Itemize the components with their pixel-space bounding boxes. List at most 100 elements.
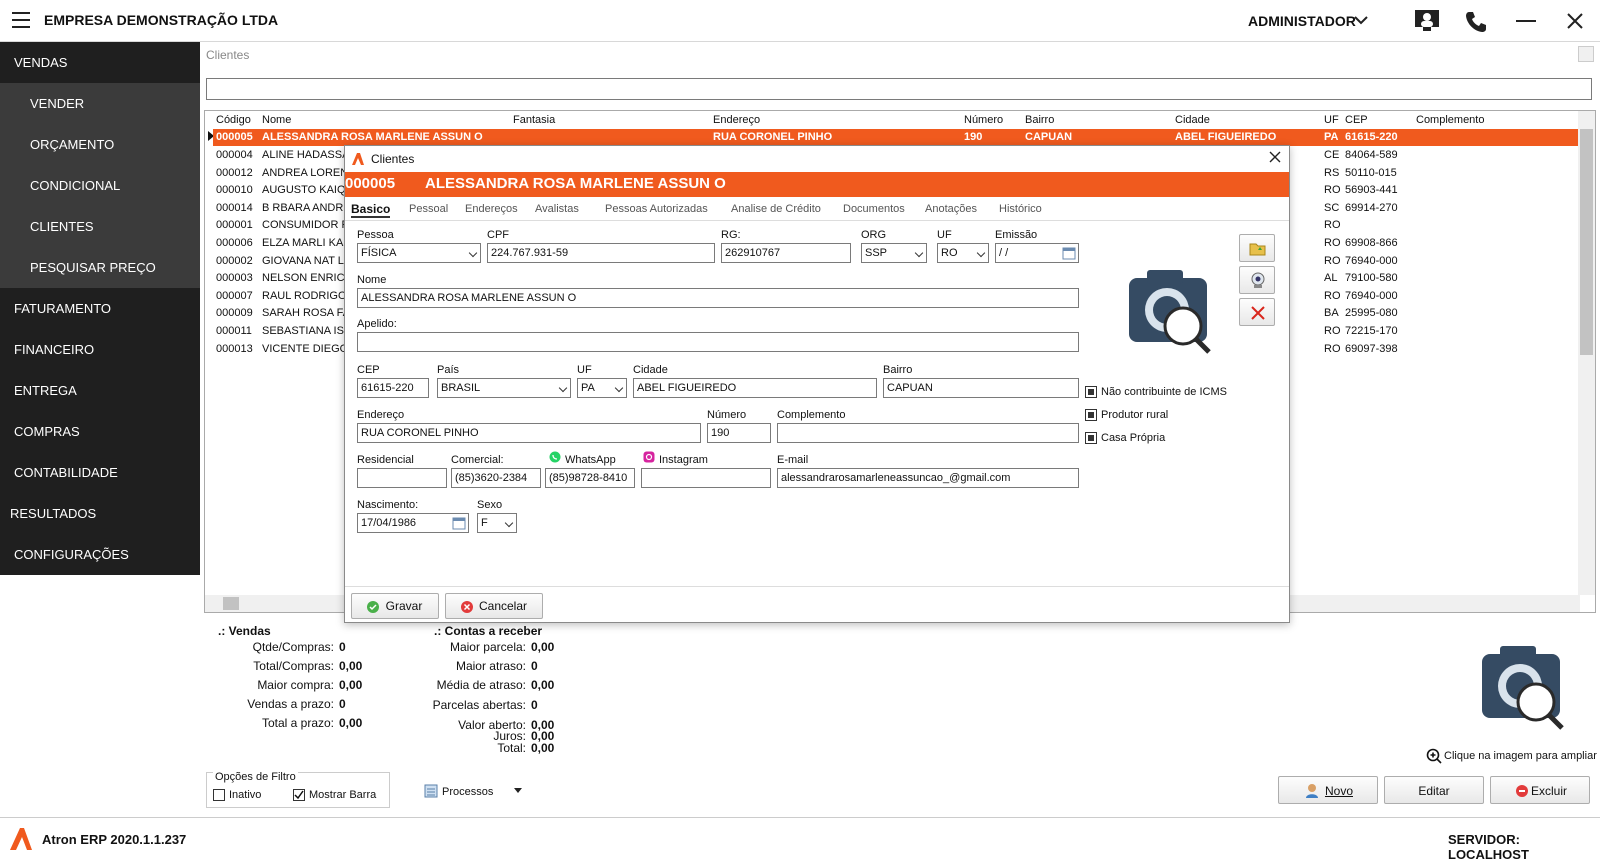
webcam-button[interactable] [1239, 266, 1275, 294]
zoom-hint: Clique na imagem para ampliar [1444, 750, 1597, 762]
sidebar-item-entrega[interactable]: ENTREGA [0, 370, 200, 411]
sidebar-item-financeiro[interactable]: FINANCEIRO [0, 329, 200, 370]
calendar-icon[interactable] [1062, 246, 1076, 260]
sexo-select[interactable]: F [477, 513, 517, 533]
tab-analise-credito[interactable]: Analise de Crédito [731, 203, 821, 215]
atron-logo-icon [10, 828, 32, 850]
processes-button[interactable]: Processos [442, 786, 493, 798]
scroll-thumb[interactable] [1580, 129, 1593, 355]
tab-pessoal[interactable]: Pessoal [409, 203, 448, 215]
table-row[interactable]: 000005 ALESSANDRA ROSA MARLENE ASSUN O RUA… [205, 128, 1580, 147]
nascimento-field[interactable]: 17/04/1986 [357, 513, 469, 533]
remote-support-icon[interactable] [1414, 9, 1440, 33]
sidebar-item-resultados[interactable]: RESULTADOS [0, 493, 200, 534]
camera-search-icon[interactable] [1478, 644, 1570, 732]
table-cell [510, 128, 710, 147]
endereco-field[interactable]: RUA CORONEL PINHO [357, 423, 701, 443]
cidade-field[interactable]: ABEL FIGUEIREDO [633, 378, 877, 398]
row-indicator [205, 234, 213, 252]
tab-historico[interactable]: Histórico [999, 203, 1042, 215]
casa-propria-checkbox[interactable] [1085, 432, 1097, 444]
current-row-icon [208, 130, 213, 141]
col-numero[interactable]: Número [961, 111, 1022, 129]
gravar-button[interactable]: Gravar [351, 593, 439, 619]
close-icon[interactable] [1566, 12, 1584, 30]
tab-anotacoes[interactable]: Anotações [925, 203, 977, 215]
sidebar-item-vender[interactable]: VENDER [0, 83, 200, 124]
table-cell: CE [1324, 148, 1340, 161]
cancelar-button[interactable]: Cancelar [445, 593, 543, 619]
col-cep[interactable]: CEP [1342, 111, 1413, 129]
numero-field[interactable]: 190 [707, 423, 771, 443]
produtor-rural-label: Produtor rural [1101, 409, 1169, 421]
uf-select[interactable]: RO [937, 243, 989, 263]
email-field[interactable]: alessandrarosamarleneassuncao_@gmail.com [777, 468, 1079, 488]
col-uf[interactable]: UF [1321, 111, 1342, 129]
menu-icon[interactable] [12, 12, 30, 28]
produtor-rural-checkbox[interactable] [1085, 409, 1097, 421]
tab-avalistas[interactable]: Avalistas [535, 203, 579, 215]
complemento-field[interactable] [777, 423, 1079, 443]
sidebar-item-clientes[interactable]: CLIENTES [0, 206, 200, 247]
cep-field[interactable]: 61615-220 [357, 378, 429, 398]
sidebar-item-pesquisar-preco[interactable]: PESQUISAR PREÇO [0, 247, 200, 288]
tab-enderecos[interactable]: Endereços [465, 203, 518, 215]
sidebar-item-vendas[interactable]: VENDAS [0, 42, 200, 83]
col-bairro[interactable]: Bairro [1022, 111, 1172, 129]
nome-field[interactable]: ALESSANDRA ROSA MARLENE ASSUN O [357, 288, 1079, 308]
table-cell: RO [1324, 324, 1341, 337]
tab-basico[interactable]: Basico [351, 202, 391, 218]
editar-button[interactable]: Editar [1384, 776, 1484, 804]
apelido-field[interactable] [357, 332, 1079, 352]
inativo-checkbox[interactable] [213, 789, 225, 801]
sidebar-item-orcamento[interactable]: ORÇAMENTO [0, 124, 200, 165]
col-complemento[interactable]: Complemento [1413, 111, 1580, 129]
uf2-select[interactable]: PA [577, 378, 627, 398]
org-select[interactable]: SSP [861, 243, 927, 263]
dialog-close-icon[interactable] [1269, 151, 1281, 163]
col-nome[interactable]: Nome [259, 111, 510, 129]
remove-photo-button[interactable] [1239, 298, 1275, 326]
pais-select[interactable]: BRASIL [437, 378, 571, 398]
table-cell: 72215-170 [1345, 324, 1398, 337]
restore-button[interactable] [1578, 46, 1594, 62]
dropdown-arrow-icon[interactable] [514, 788, 522, 794]
hscroll-thumb[interactable] [223, 597, 239, 610]
vertical-scrollbar[interactable] [1578, 111, 1595, 595]
excluir-button[interactable]: Excluir [1490, 776, 1590, 804]
col-endereco[interactable]: Endereço [710, 111, 961, 129]
sidebar-item-faturamento[interactable]: FATURAMENTO [0, 288, 200, 329]
dialog-title: Clientes [371, 152, 415, 166]
emissao-field[interactable]: / / [995, 243, 1079, 263]
open-photo-button[interactable] [1239, 234, 1275, 262]
chevron-down-icon[interactable] [1354, 15, 1368, 25]
sidebar-item-contabilidade[interactable]: CONTABILIDADE [0, 452, 200, 493]
col-fantasia[interactable]: Fantasia [510, 111, 710, 129]
sidebar-item-compras[interactable]: COMPRAS [0, 411, 200, 452]
whatsapp-field[interactable]: (85)98728-8410 [545, 468, 635, 488]
calendar-icon[interactable] [452, 516, 466, 530]
bairro-field[interactable]: CAPUAN [883, 378, 1079, 398]
phone-icon[interactable] [1464, 10, 1488, 34]
minimize-icon[interactable] [1516, 20, 1536, 22]
tab-pessoas-autorizadas[interactable]: Pessoas Autorizadas [605, 203, 708, 215]
table-cell [1413, 146, 1580, 164]
comercial-field[interactable]: (85)3620-2384 [451, 468, 541, 488]
search-input[interactable] [206, 78, 1592, 100]
col-cidade[interactable]: Cidade [1172, 111, 1321, 129]
sidebar-item-configuracoes[interactable]: CONFIGURAÇÕES [0, 534, 200, 575]
icms-checkbox[interactable] [1085, 386, 1097, 398]
sidebar-item-condicional[interactable]: CONDICIONAL [0, 165, 200, 206]
novo-button[interactable]: Novo [1278, 776, 1378, 804]
pessoa-select[interactable]: FÍSICA [357, 243, 481, 263]
residencial-field[interactable] [357, 468, 447, 488]
rg-field[interactable]: 262910767 [721, 243, 851, 263]
instagram-field[interactable] [641, 468, 771, 488]
camera-search-icon[interactable] [1125, 268, 1219, 356]
tab-documentos[interactable]: Documentos [843, 203, 905, 215]
sexo-label: Sexo [477, 499, 503, 511]
mostrar-barra-checkbox[interactable] [293, 789, 305, 801]
cpf-field[interactable]: 224.767.931-59 [487, 243, 715, 263]
col-codigo[interactable]: Código [213, 111, 259, 129]
user-menu[interactable]: ADMINISTADOR [1248, 13, 1356, 29]
